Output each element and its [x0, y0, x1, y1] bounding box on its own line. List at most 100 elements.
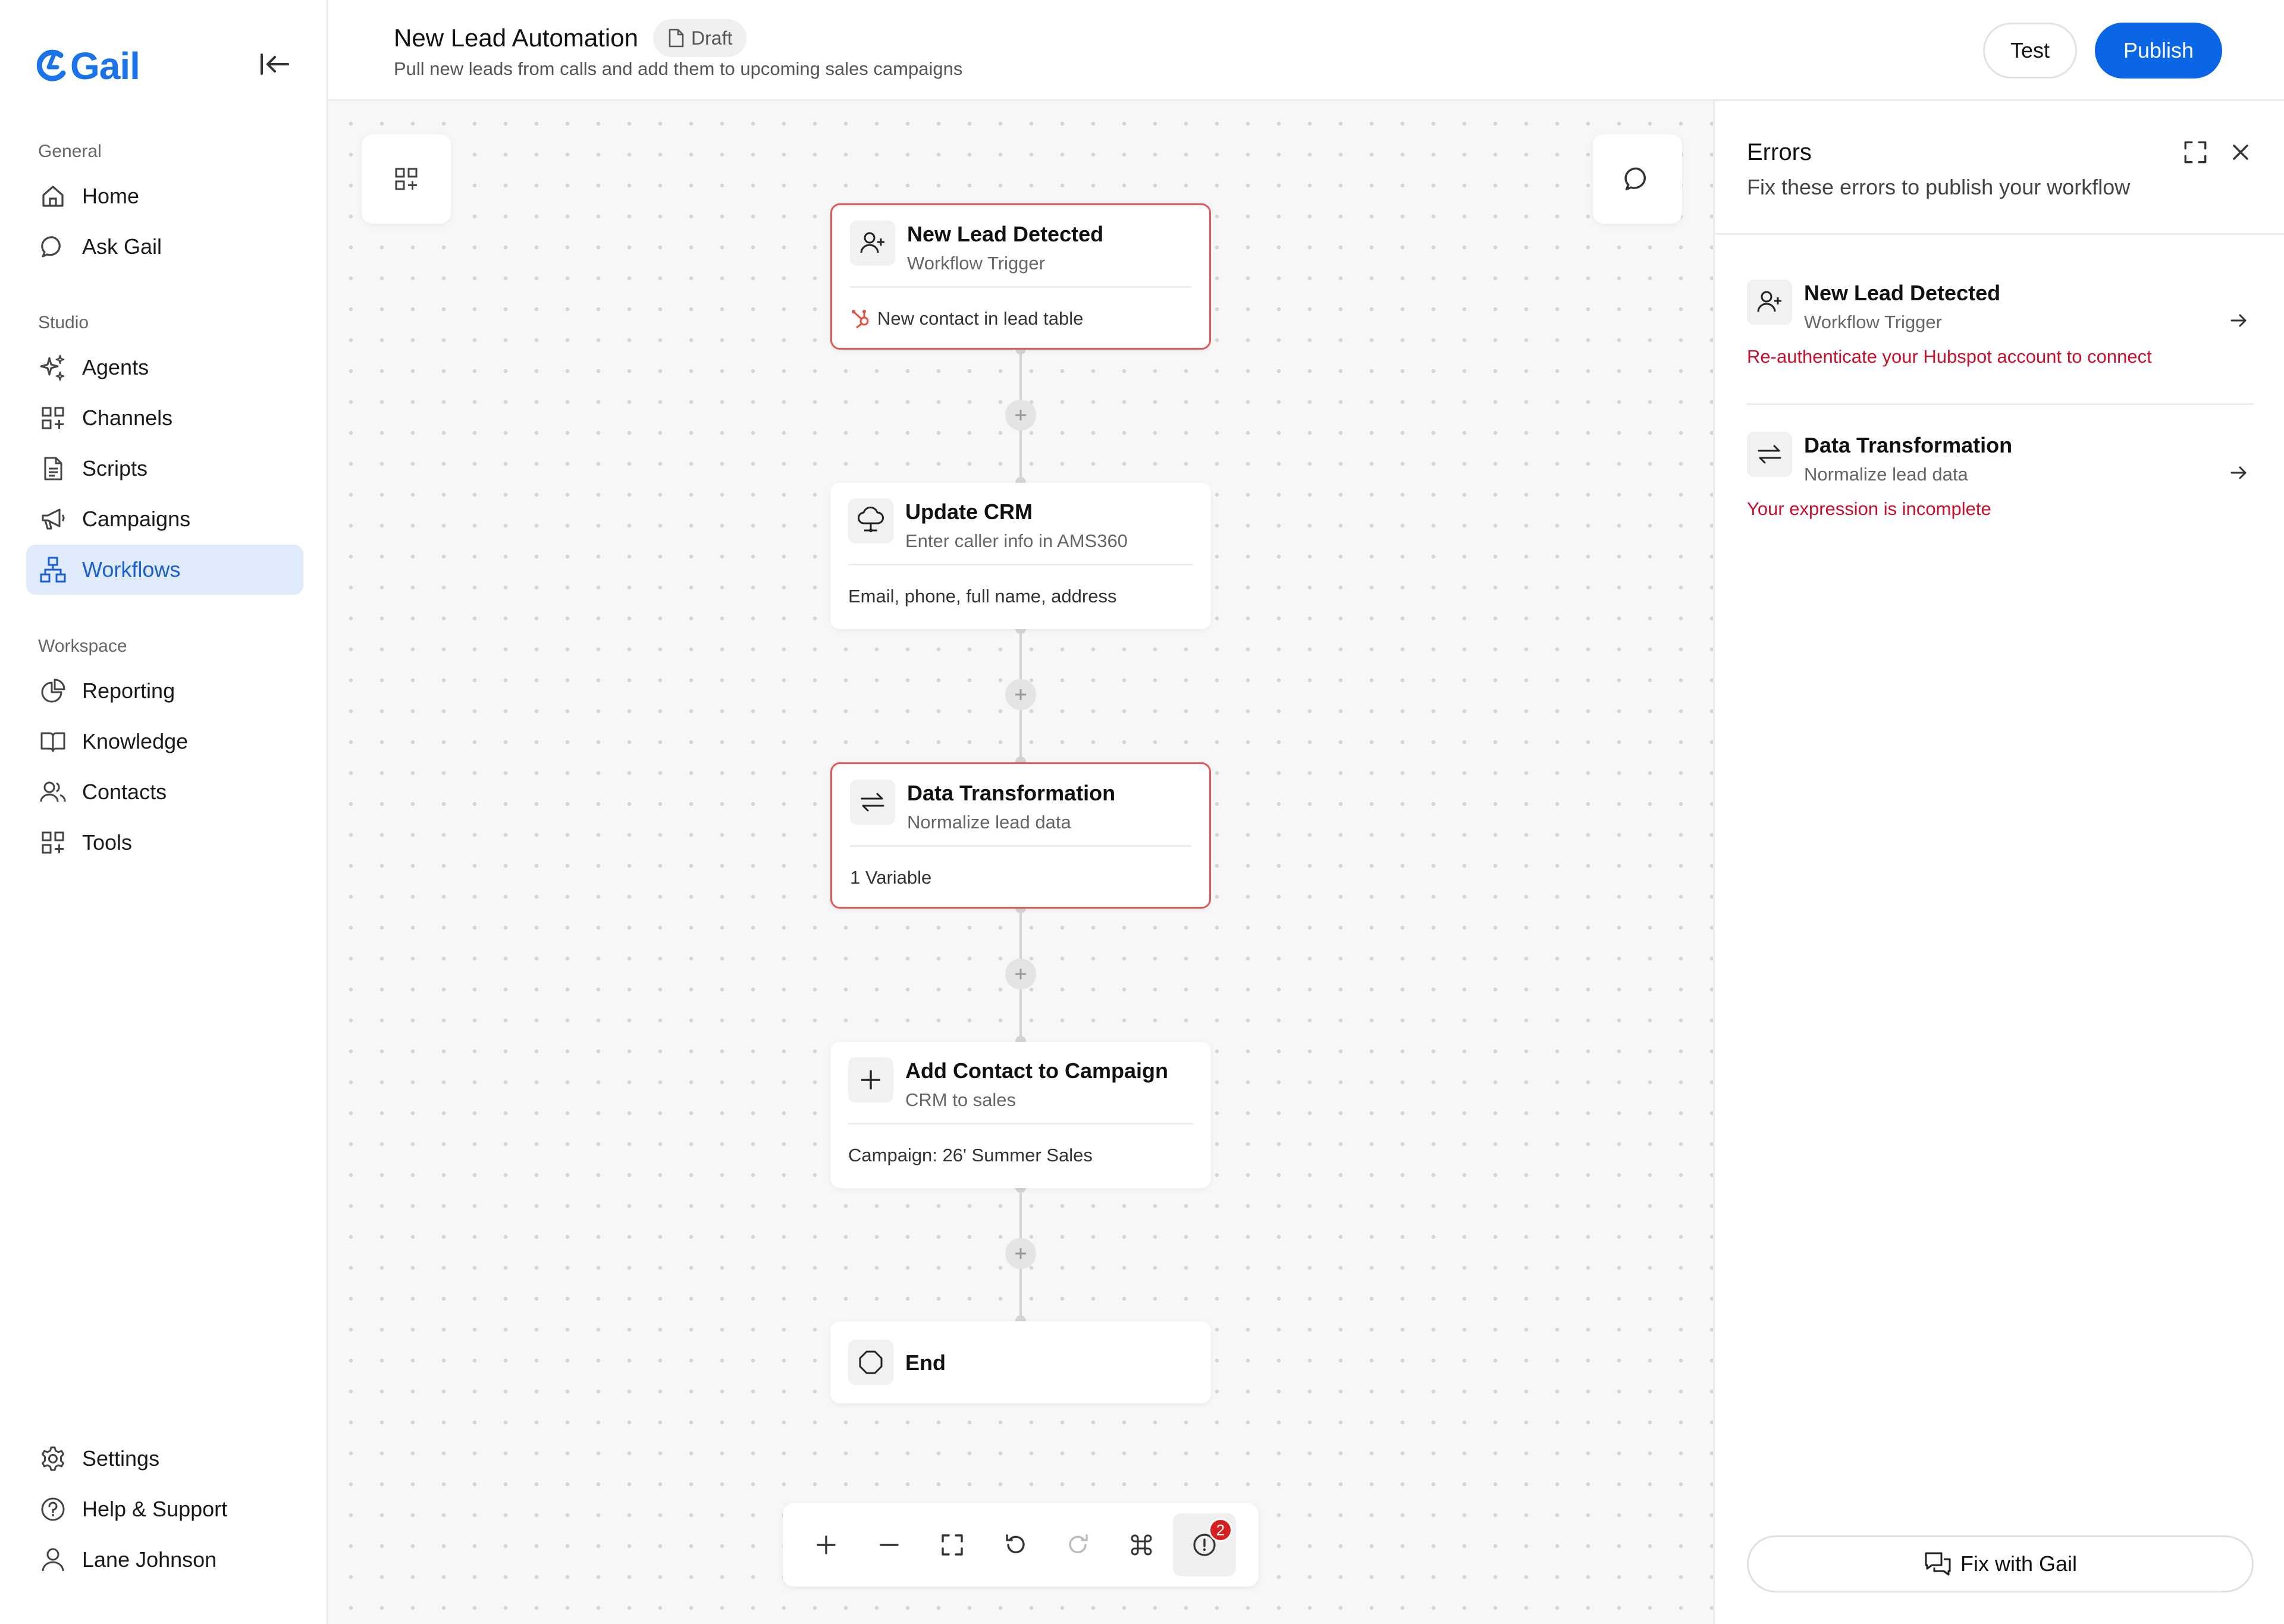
- grid-plus-icon: [38, 403, 68, 433]
- error-item[interactable]: Data Transformation Normalize lead data …: [1747, 432, 2254, 527]
- node-title: Update CRM: [905, 500, 1033, 524]
- node-title: Add Contact to Campaign: [905, 1058, 1168, 1083]
- nav-item-ask-gail[interactable]: Ask Gail: [26, 222, 303, 272]
- expand-panel-button[interactable]: [2178, 134, 2213, 170]
- nav-item-channels[interactable]: Channels: [26, 393, 303, 443]
- status-badge-label: Draft: [691, 27, 733, 49]
- divider: [1747, 403, 2254, 405]
- page-header: New Lead Automation Draft Pull new leads…: [328, 0, 2284, 101]
- test-button[interactable]: Test: [1983, 23, 2077, 78]
- user-plus-icon: [850, 221, 895, 266]
- nav-item-tools[interactable]: Tools: [26, 818, 303, 868]
- nav-item-label: Channels: [82, 406, 173, 430]
- node-subtitle: Workflow Trigger: [907, 253, 1045, 274]
- page-subtitle: Pull new leads from calls and add them t…: [394, 58, 963, 79]
- undo-button[interactable]: [984, 1513, 1047, 1576]
- zoom-in-button[interactable]: [795, 1513, 858, 1576]
- pie-chart-icon: [38, 676, 68, 706]
- gear-icon: [38, 1444, 68, 1474]
- gail-logo[interactable]: Gail: [37, 44, 140, 88]
- command-icon: [1131, 1534, 1152, 1556]
- nav-item-label: Lane Johnson: [82, 1547, 217, 1572]
- swap-icon: [1747, 432, 1792, 477]
- node-subtitle: Enter caller info in AMS360: [905, 530, 1128, 551]
- swap-icon: [850, 780, 895, 825]
- fix-with-gail-button[interactable]: Fix with Gail: [1747, 1535, 2254, 1592]
- nav-item-scripts[interactable]: Scripts: [26, 444, 303, 494]
- nav-item-label: Home: [82, 184, 140, 208]
- plus-icon: [1015, 1248, 1026, 1259]
- node-subtitle: CRM to sales: [905, 1089, 1016, 1110]
- nav-item-contacts[interactable]: Contacts: [26, 767, 303, 817]
- go-to-error-button[interactable]: [2224, 306, 2254, 335]
- errors-panel-subtitle: Fix these errors to publish your workflo…: [1747, 175, 2131, 199]
- node-detail: Email, phone, full name, address: [848, 586, 1117, 607]
- chat-bubble-icon: [38, 232, 68, 262]
- undo-icon: [1006, 1534, 1025, 1554]
- close-icon: [2233, 145, 2248, 160]
- brand-name: Gail: [70, 45, 140, 87]
- cloud-icon: [848, 498, 893, 544]
- error-count-badge: 2: [1209, 1518, 1232, 1542]
- help-icon: [38, 1494, 68, 1524]
- workflow-node-update-crm[interactable]: Update CRM Enter caller info in AMS360 E…: [830, 483, 1211, 629]
- workflow-node-trigger[interactable]: New Lead Detected Workflow Trigger New c…: [830, 203, 1211, 350]
- errors-button[interactable]: 2: [1173, 1513, 1236, 1576]
- close-panel-button[interactable]: [2223, 134, 2258, 170]
- nav-item-profile[interactable]: Lane Johnson: [26, 1535, 303, 1585]
- gail-logo-icon: [37, 49, 66, 81]
- zoom-out-button[interactable]: [858, 1513, 921, 1576]
- nav-item-reporting[interactable]: Reporting: [26, 666, 303, 716]
- chat-button[interactable]: [1593, 134, 1682, 224]
- nav-item-home[interactable]: Home: [26, 171, 303, 221]
- workflow-node-add-to-campaign[interactable]: Add Contact to Campaign CRM to sales Cam…: [830, 1042, 1211, 1188]
- collapse-left-icon: [261, 54, 289, 75]
- canvas-toolbar: 2: [783, 1503, 1259, 1587]
- collapse-sidebar-button[interactable]: [257, 49, 293, 80]
- page-title[interactable]: New Lead Automation: [394, 24, 638, 52]
- fix-with-gail-label: Fix with Gail: [1960, 1551, 2078, 1576]
- error-item[interactable]: New Lead Detected Workflow Trigger Re-au…: [1747, 279, 2254, 375]
- sparkle-icon: [38, 353, 68, 382]
- nav-item-workflows[interactable]: Workflows: [26, 545, 303, 595]
- add-step-button[interactable]: [1005, 959, 1036, 990]
- nav-item-label: Scripts: [82, 456, 148, 480]
- nav-item-label: Help & Support: [82, 1497, 228, 1521]
- document-icon: [38, 454, 68, 483]
- publish-button[interactable]: Publish: [2095, 23, 2222, 78]
- nav-item-settings[interactable]: Settings: [26, 1434, 303, 1484]
- nav-item-label: Settings: [82, 1446, 160, 1471]
- add-widget-button[interactable]: [362, 134, 451, 224]
- fullscreen-icon: [942, 1534, 963, 1556]
- nav-item-agents[interactable]: Agents: [26, 343, 303, 392]
- node-title: Data Transformation: [907, 781, 1116, 805]
- sidebar: Gail General Home Ask Gail Studio Agents…: [0, 0, 328, 1624]
- users-icon: [38, 777, 68, 807]
- nav-item-label: Contacts: [82, 780, 167, 804]
- chat-bubbles-icon: [1925, 1552, 1951, 1576]
- redo-button[interactable]: [1047, 1513, 1110, 1576]
- add-step-button[interactable]: [1005, 400, 1036, 431]
- book-icon: [38, 727, 68, 756]
- document-icon: [669, 29, 684, 48]
- fit-view-button[interactable]: [921, 1513, 984, 1576]
- add-step-button[interactable]: [1005, 679, 1036, 710]
- octagon-icon: [848, 1340, 893, 1385]
- add-step-button[interactable]: [1005, 1238, 1036, 1269]
- nav-item-campaigns[interactable]: Campaigns: [26, 494, 303, 544]
- workflow-canvas[interactable]: New Lead Detected Workflow Trigger New c…: [328, 101, 1713, 1624]
- error-item-subtitle: Normalize lead data: [1804, 464, 1968, 485]
- user-plus-icon: [1747, 279, 1792, 325]
- go-to-error-button[interactable]: [2224, 458, 2254, 488]
- plus-icon: [1015, 410, 1026, 420]
- nav-item-knowledge[interactable]: Knowledge: [26, 717, 303, 767]
- error-item-subtitle: Workflow Trigger: [1804, 312, 1942, 332]
- plus-icon: [848, 1057, 893, 1102]
- workflow-node-end[interactable]: End: [830, 1321, 1211, 1403]
- shortcuts-button[interactable]: [1110, 1513, 1173, 1576]
- grid-plus-icon: [395, 168, 418, 190]
- error-item-title: Data Transformation: [1804, 433, 2013, 457]
- nav-item-help-support[interactable]: Help & Support: [26, 1484, 303, 1534]
- hubspot-icon: [852, 310, 869, 329]
- workflow-node-data-transformation[interactable]: Data Transformation Normalize lead data …: [830, 762, 1211, 909]
